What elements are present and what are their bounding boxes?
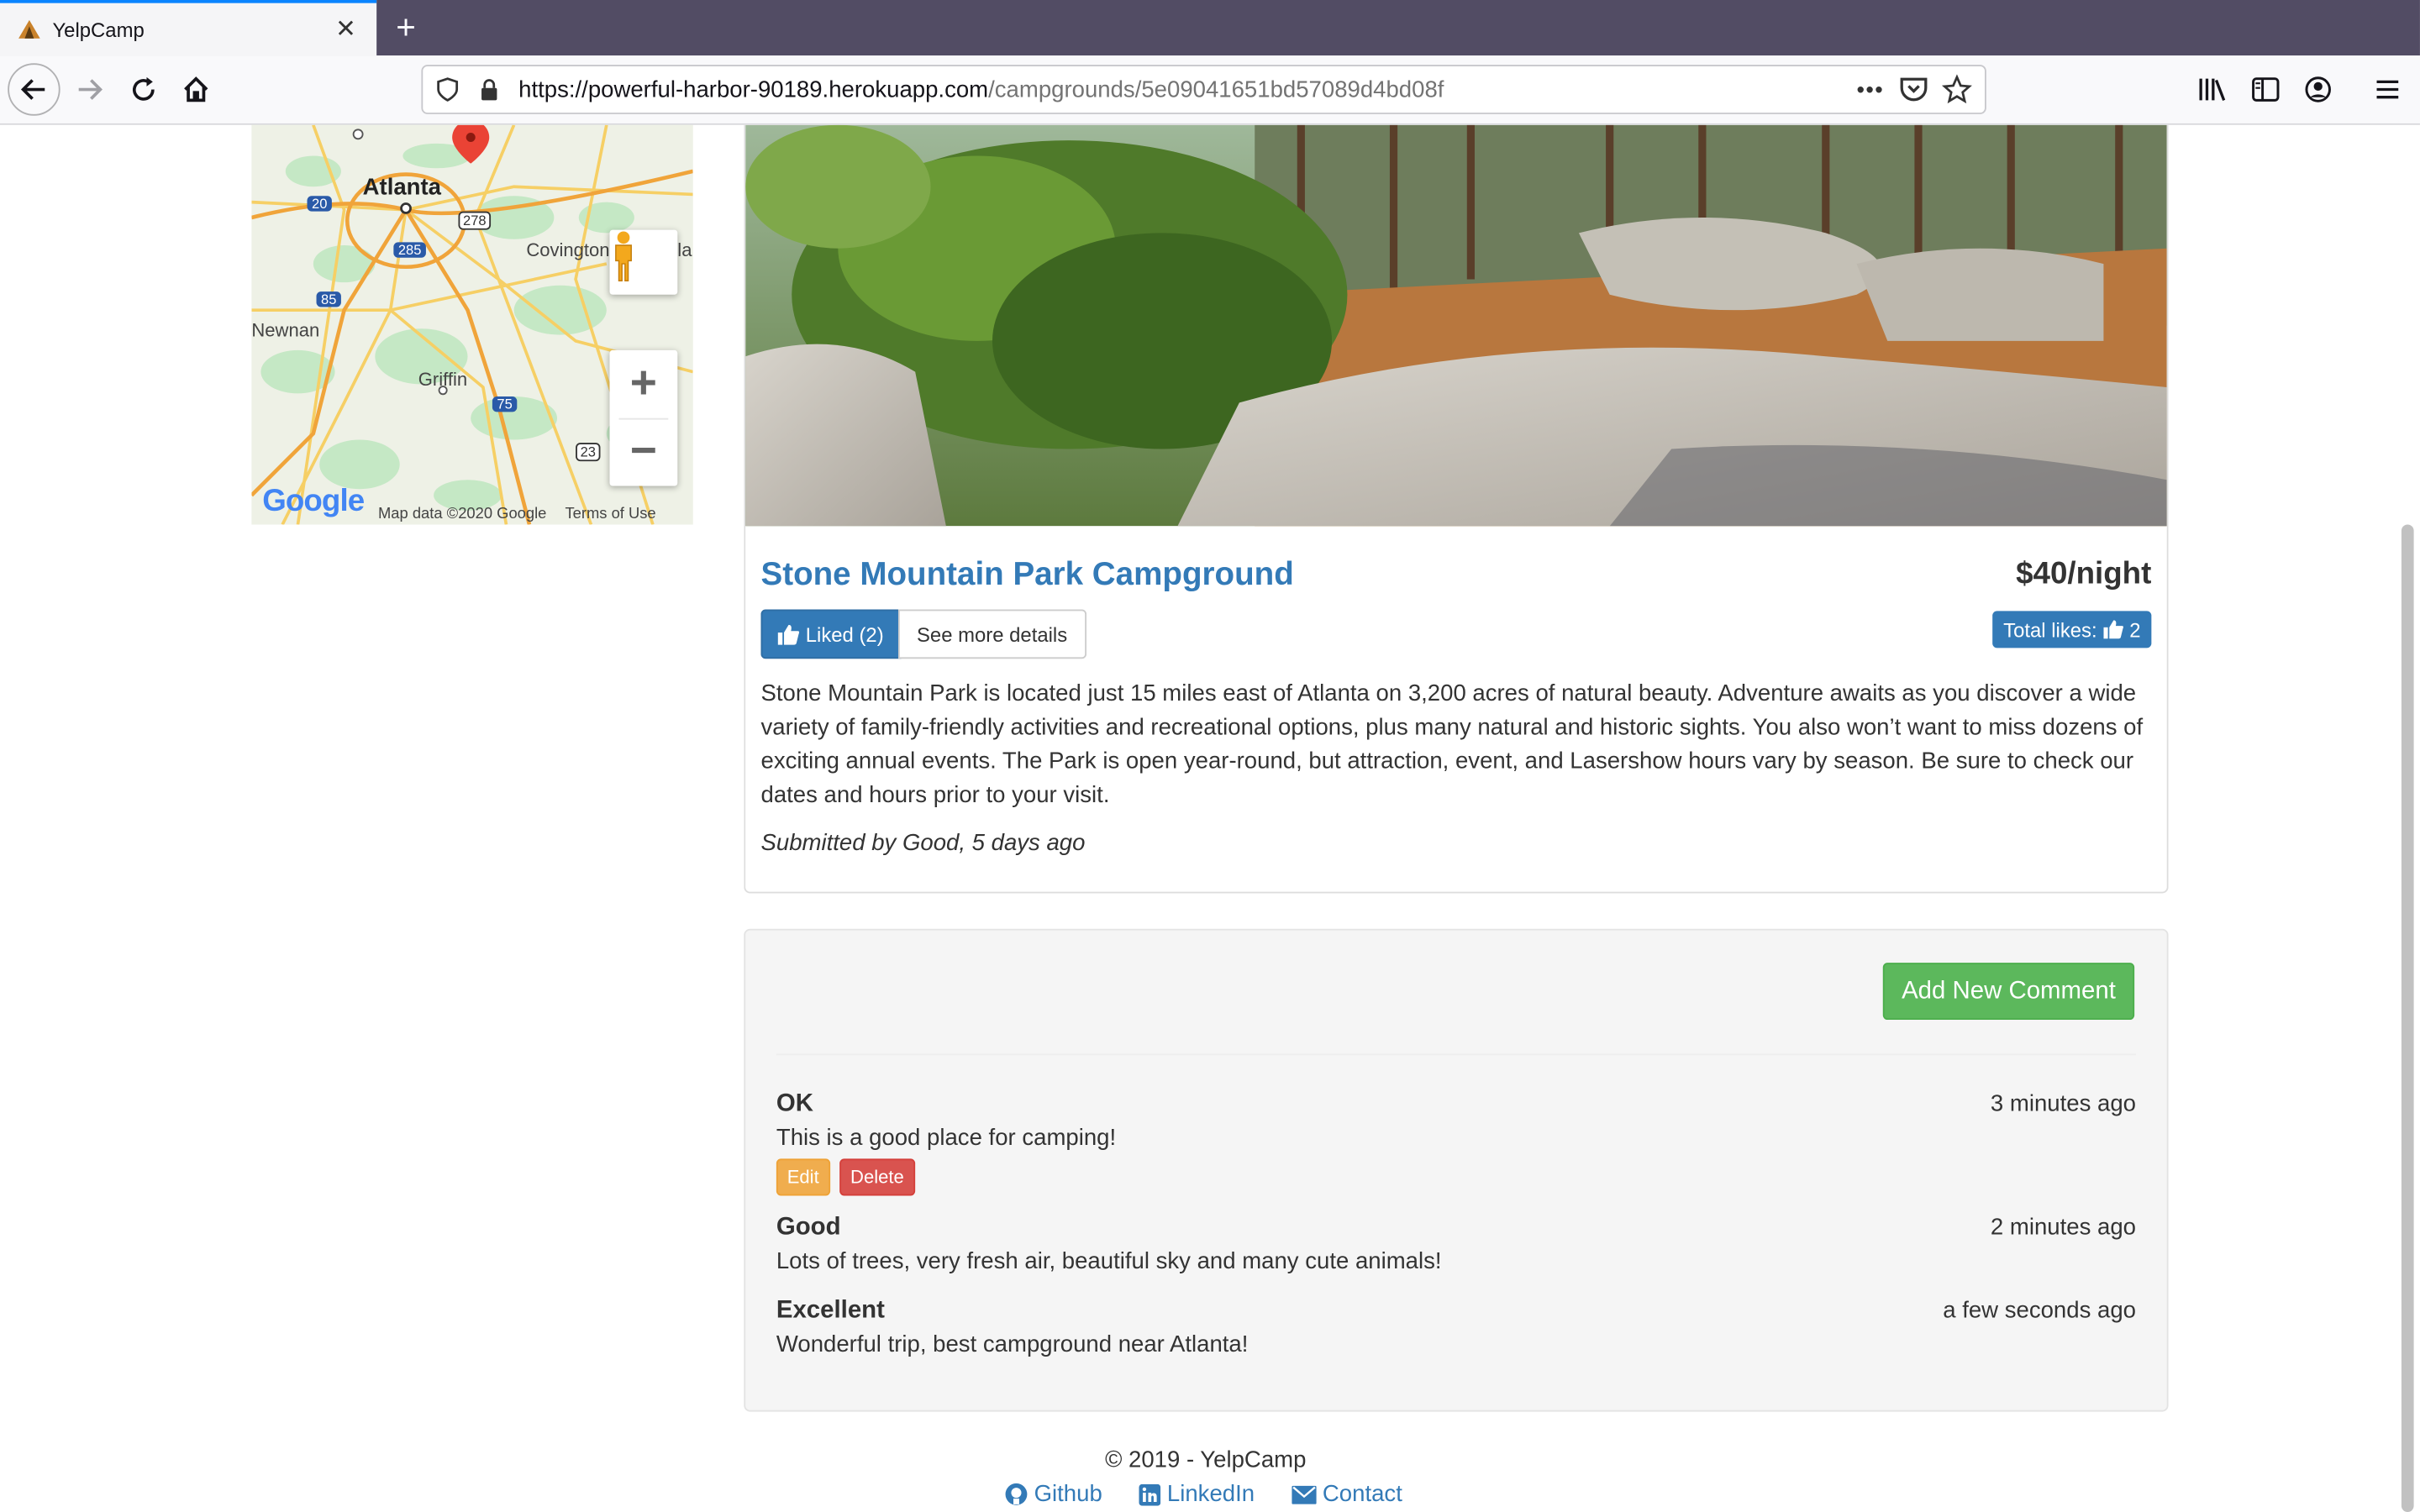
road-shield-85: 85 (316, 291, 341, 307)
tent-favicon-icon (18, 19, 40, 39)
lock-icon[interactable] (478, 77, 500, 102)
back-button[interactable] (8, 63, 60, 116)
sidebar-button[interactable] (2241, 65, 2291, 114)
delete-comment-button[interactable]: Delete (839, 1158, 915, 1196)
tab-strip: YelpCamp ✕ + (0, 0, 2420, 56)
page-content: Atlanta Covington la Newnan Griffin 20 2… (0, 124, 2420, 1512)
comment-text: Lots of trees, very fresh air, beautiful… (776, 1247, 1442, 1275)
thumbs-up-icon (2103, 620, 2123, 639)
account-button[interactable] (2293, 65, 2343, 114)
github-link-label: Github (1034, 1481, 1102, 1508)
linkedin-link-label: LinkedIn (1166, 1481, 1255, 1508)
map-label-griffin: Griffin (418, 368, 468, 391)
zoom-out-button[interactable]: − (609, 418, 677, 486)
campground-description: Stone Mountain Park is located just 15 m… (760, 680, 2144, 809)
map-zoom-control: + − (609, 349, 678, 486)
edit-comment-button[interactable]: Edit (776, 1158, 830, 1196)
sidebar-icon (2252, 77, 2280, 102)
google-logo: Google (262, 484, 365, 520)
comment-text: Wonderful trip, best campground near Atl… (776, 1331, 1249, 1358)
contact-link-label: Contact (1322, 1481, 1402, 1508)
linkedin-icon (1139, 1483, 1161, 1505)
road-shield-23: 23 (576, 443, 601, 462)
street-view-pegman-button[interactable] (609, 229, 678, 295)
footer-copyright: © 2019 - YelpCamp (1105, 1446, 1307, 1474)
tracking-shield-icon[interactable] (435, 77, 460, 102)
thumbs-up-icon (777, 623, 800, 644)
road-shield-278: 278 (458, 211, 492, 230)
comment-author: OK (776, 1090, 813, 1117)
comment-author: Good (776, 1214, 841, 1241)
total-likes-badge[interactable]: Total likes: 2 (1992, 611, 2152, 648)
navigation-toolbar: https://powerful-harbor-90189.herokuapp.… (0, 55, 2420, 125)
liked-button-label: Liked (2) (805, 622, 884, 646)
github-link[interactable]: Github (1005, 1481, 1102, 1507)
home-button[interactable] (171, 65, 221, 114)
road-shield-75: 75 (492, 396, 518, 412)
zoom-in-button[interactable]: + (609, 350, 677, 418)
total-likes-label: Total likes: (2003, 617, 2097, 642)
campground-photo-image (745, 124, 2167, 527)
comment-text: This is a good place for camping! (776, 1124, 1117, 1152)
map-attribution: Map data ©2020 Google Terms of Use (378, 503, 656, 525)
reload-button[interactable] (118, 65, 168, 114)
road-shield-20: 20 (307, 196, 332, 212)
new-tab-button[interactable]: + (386, 6, 426, 49)
github-icon (1005, 1483, 1028, 1505)
tab-close-icon[interactable]: ✕ (334, 14, 358, 45)
forward-button[interactable] (65, 65, 114, 114)
campground-photo (745, 124, 2167, 527)
bookmark-star-icon[interactable] (1941, 74, 1973, 105)
zoom-divider (618, 417, 669, 420)
envelope-icon (1292, 1484, 1317, 1504)
road-shield-285: 285 (393, 242, 426, 258)
map-label-covington: Covington (526, 239, 610, 261)
pocket-icon[interactable] (1898, 74, 1929, 105)
comment-time: 2 minutes ago (1990, 1214, 2136, 1241)
total-likes-count: 2 (2129, 617, 2141, 642)
pegman-icon (615, 231, 632, 282)
google-logo-text: Google (262, 484, 365, 519)
footer-links: Github LinkedIn Contact (1005, 1481, 1402, 1507)
page-scrollbar[interactable] (2401, 524, 2414, 1512)
url-path: /campgrounds/5e09041651bd57089d4bd08f (988, 76, 1444, 103)
submitted-by: Submitted by Good, 5 days ago (760, 830, 1086, 857)
see-more-details-button[interactable]: See more details (897, 609, 1086, 659)
map-label-newnan: Newnan (251, 319, 320, 341)
page-actions-icon[interactable]: ••• (1855, 74, 1886, 105)
contact-link[interactable]: Contact (1292, 1481, 1402, 1507)
map-data-label: Map data ©2020 Google (377, 505, 547, 522)
hamburger-menu-icon (2376, 80, 2399, 99)
campground-price: $40/night (2016, 557, 2152, 591)
map-label-atlanta: Atlanta (362, 174, 442, 201)
url-text[interactable]: https://powerful-harbor-90189.herokuapp.… (518, 76, 1843, 102)
reload-icon (133, 76, 155, 101)
library-icon (2199, 78, 2226, 101)
google-map[interactable]: Atlanta Covington la Newnan Griffin 20 2… (251, 124, 693, 525)
map-label-la: la (677, 239, 692, 261)
comments-section: Add New Comment OK 3 minutes ago This is… (744, 928, 2169, 1412)
comment-time: 3 minutes ago (1990, 1090, 2136, 1117)
comments-divider (776, 1053, 2136, 1056)
library-button[interactable] (2187, 65, 2237, 114)
tab-yelpcamp[interactable]: YelpCamp ✕ (0, 0, 377, 56)
campground-card: Stone Mountain Park Campground $40/night… (744, 124, 2169, 894)
forward-arrow-icon (78, 79, 103, 100)
address-bar[interactable]: https://powerful-harbor-90189.herokuapp.… (421, 65, 1986, 114)
liked-button[interactable]: Liked (2) (760, 609, 901, 659)
add-new-comment-button[interactable]: Add New Comment (1882, 963, 2135, 1021)
map-terms-link[interactable]: Terms of Use (565, 506, 655, 522)
back-arrow-icon (20, 79, 45, 100)
home-icon (184, 76, 208, 102)
comment-author: Excellent (776, 1297, 885, 1324)
comment-time: a few seconds ago (1943, 1297, 2136, 1324)
campground-title-link[interactable]: Stone Mountain Park Campground (760, 557, 1293, 594)
tab-title: YelpCamp (52, 18, 145, 41)
url-host: https://powerful-harbor-90189.herokuapp.… (518, 76, 989, 103)
account-icon (2305, 76, 2331, 102)
linkedin-link[interactable]: LinkedIn (1139, 1481, 1255, 1507)
menu-button[interactable] (2363, 65, 2412, 114)
